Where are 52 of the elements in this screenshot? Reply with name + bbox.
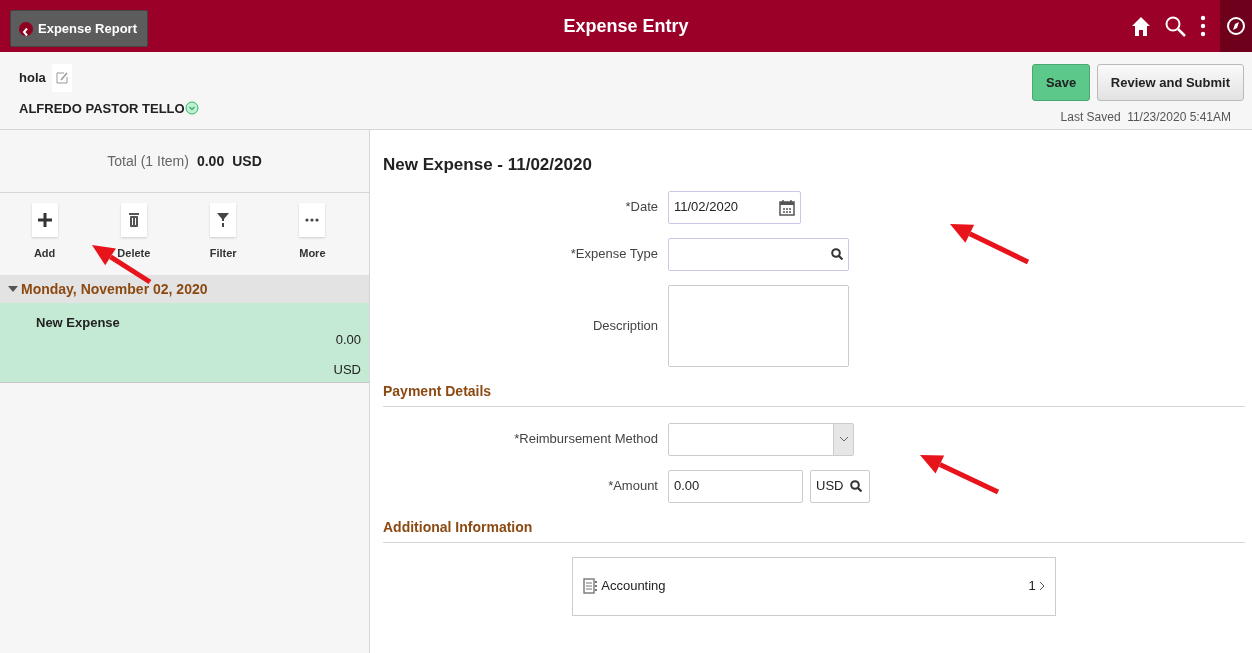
annotation-arrow bbox=[92, 245, 152, 285]
trash-icon bbox=[127, 212, 140, 228]
search-icon[interactable] bbox=[1165, 15, 1186, 37]
toolbar-button[interactable]: More bbox=[287, 203, 338, 268]
filter-icon bbox=[216, 212, 231, 228]
report-name: hola bbox=[19, 69, 46, 88]
date-group-header[interactable]: Monday, November 02, 2020 bbox=[0, 275, 369, 303]
save-button[interactable]: Save bbox=[1031, 64, 1091, 101]
expense-amount: 0.00 bbox=[334, 331, 361, 349]
section-heading: Payment Details bbox=[383, 380, 1245, 407]
field-label: *Date bbox=[624, 198, 658, 217]
search-icon[interactable] bbox=[831, 248, 843, 260]
ellipsis-icon bbox=[305, 217, 320, 223]
currency-field[interactable]: USD bbox=[810, 469, 870, 503]
back-icon bbox=[19, 21, 33, 36]
description-field[interactable] bbox=[668, 284, 849, 367]
back-button[interactable]: Expense Report bbox=[10, 10, 148, 47]
lookup-field[interactable] bbox=[668, 237, 849, 271]
date-field[interactable]: 11/02/2020 bbox=[668, 190, 801, 224]
search-icon[interactable] bbox=[849, 480, 862, 492]
navigator-button[interactable] bbox=[1220, 0, 1252, 52]
form-title: New Expense - 11/02/2020 bbox=[383, 154, 593, 176]
compass-icon bbox=[1226, 16, 1246, 36]
dropdown-field[interactable] bbox=[668, 422, 854, 456]
field-label: *Reimbursement Method bbox=[513, 430, 658, 449]
total-label: Total (1 Item) bbox=[107, 151, 189, 171]
edit-icon bbox=[55, 71, 70, 85]
expense-list-item[interactable]: New Expense 0.00 USD bbox=[0, 303, 369, 383]
total-amount: 0.00 bbox=[196, 151, 225, 171]
calendar-icon[interactable] bbox=[779, 198, 795, 216]
toolbar-button[interactable]: Filter bbox=[198, 203, 249, 268]
chevron-right-icon bbox=[1039, 581, 1045, 591]
accounting-link[interactable]: Accounting 1 bbox=[572, 556, 1056, 616]
more-icon[interactable] bbox=[1200, 15, 1206, 37]
last-saved-time: 11/23/2020 5:41AM bbox=[1127, 108, 1231, 126]
page-title: Expense Entry bbox=[563, 15, 689, 38]
field-label: *Amount bbox=[607, 477, 658, 496]
toolbar-button[interactable]: Add bbox=[19, 203, 70, 268]
field-label: Description bbox=[591, 316, 658, 335]
toolbar-button[interactable]: Delete bbox=[108, 203, 159, 268]
last-saved-label: Last Saved bbox=[1060, 108, 1121, 126]
chevron-down-icon bbox=[838, 436, 849, 442]
document-icon bbox=[583, 578, 598, 594]
home-icon[interactable] bbox=[1131, 15, 1151, 37]
field-label: *Expense Type bbox=[569, 245, 658, 264]
section-heading: Additional Information bbox=[383, 516, 1245, 543]
amount-field[interactable]: 0.00 bbox=[668, 469, 803, 503]
plus-icon bbox=[36, 212, 53, 228]
review-submit-button[interactable]: Review and Submit bbox=[1096, 64, 1244, 101]
employee-name: ALFREDO PASTOR TELLO bbox=[19, 99, 185, 118]
total-currency: USD bbox=[232, 151, 262, 171]
expense-currency: USD bbox=[333, 361, 361, 379]
